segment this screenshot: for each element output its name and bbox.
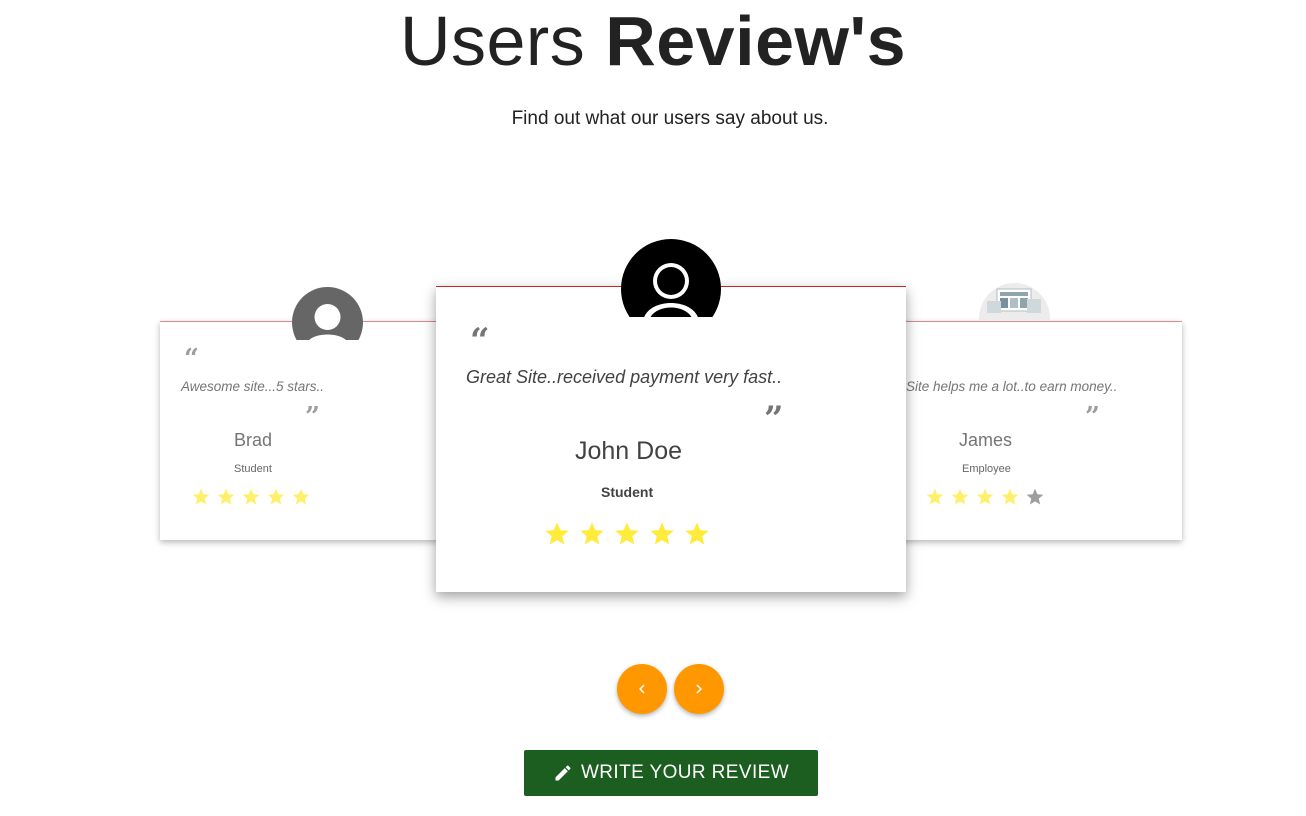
prev-button[interactable] [617,664,667,714]
chevron-right-icon [696,684,702,694]
title-light: Users [399,2,586,80]
review-text: Site helps me a lot..to earn money.. [906,379,1118,394]
star-filled-icon [242,488,260,505]
quote-open-icon: “ [470,321,490,361]
star-filled-icon [951,488,969,505]
reviewer-role: Student [234,463,272,475]
quote-close-icon: ” [1085,402,1100,432]
reviewer-name: James [959,430,1013,450]
star-filled-icon [545,522,569,545]
review-text: Great Site..received payment very fast.. [466,367,783,387]
review-card-left[interactable]: “ Awesome site...5 stars.. ” Brad Studen… [160,321,460,540]
quote-open-icon: “ [184,344,199,374]
reviewer-role: Student [601,484,654,500]
title-bold: Review's [605,2,907,80]
reviewer-role: Employee [962,463,1011,475]
star-filled-icon [650,522,674,545]
star-filled-icon [267,488,285,505]
star-filled-icon [926,488,944,505]
chevron-left-icon [639,684,645,694]
star-filled-icon [192,488,210,505]
star-filled-icon [685,522,709,545]
star-filled-icon [217,488,235,505]
write-review-label: WRITE YOUR REVIEW [580,762,790,783]
star-filled-icon [580,522,604,545]
rating-stars [543,520,711,548]
reviewer-name: John Doe [575,437,683,465]
star-filled-icon [292,488,310,505]
rating-stars [191,487,311,507]
review-text: Awesome site...5 stars.. [181,379,325,394]
quote-close-icon: ” [764,399,784,439]
quote-close-icon: ” [305,402,320,432]
star-filled-icon [1001,488,1019,505]
rating-stars [925,487,1045,507]
star-filled-icon [615,522,639,545]
avatar [979,283,1050,320]
star-filled-icon [976,488,994,505]
page-title: Users Review's [0,2,1306,80]
next-button[interactable] [674,664,724,714]
review-card-right[interactable]: Site helps me a lot..to earn money.. ” J… [880,321,1182,540]
avatar [292,287,363,340]
page-subtitle: Find out what our users say about us. [511,108,829,129]
review-card-center[interactable]: “ Great Site..received payment very fast… [436,286,906,592]
avatar [621,239,721,317]
reviewer-name: Brad [234,430,273,450]
pencil-icon [553,763,573,783]
star-empty-icon [1026,488,1044,505]
write-review-button[interactable]: WRITE YOUR REVIEW [524,750,818,796]
